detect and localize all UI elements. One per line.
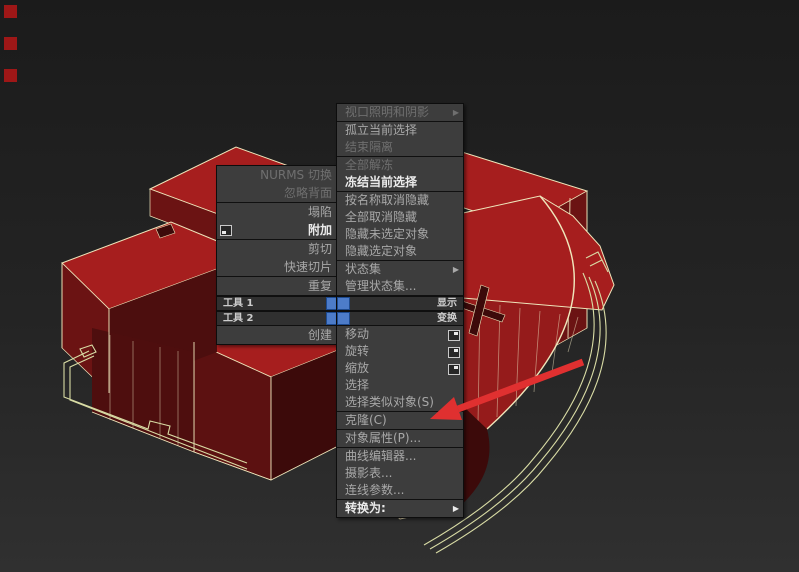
menu-item-unhide-all[interactable]: 全部取消隐藏: [337, 209, 463, 226]
menu-item-convert-to[interactable]: 转换为: ▶: [337, 500, 463, 517]
menu-item-manage-state-sets[interactable]: 管理状态集...: [337, 278, 463, 295]
menu-item-move[interactable]: 移动: [337, 326, 463, 343]
menu-item-freeze-selection[interactable]: 冻结当前选择: [337, 174, 463, 191]
menu-item-nurms-toggle[interactable]: NURMS 切换: [217, 166, 339, 184]
red-marker: [4, 37, 17, 50]
submenu-arrow-icon: ▶: [452, 108, 459, 117]
menu-item-end-isolate[interactable]: 结束隔离: [337, 139, 463, 156]
menu-item-viewport-lighting[interactable]: 视口照明和阴影 ▶: [337, 104, 463, 121]
menu-item-collapse[interactable]: 塌陷: [217, 203, 339, 221]
menu-item-create[interactable]: 创建: [217, 326, 339, 344]
menu-item-curve-editor[interactable]: 曲线编辑器...: [337, 448, 463, 465]
menu-item-object-properties[interactable]: 对象属性(P)...: [337, 430, 463, 447]
menu-item-wire-parameters[interactable]: 连线参数...: [337, 482, 463, 499]
settings-box-icon[interactable]: [448, 330, 460, 341]
menu-item-scale[interactable]: 缩放: [337, 360, 463, 377]
red-marker: [4, 5, 17, 18]
menu-item-attach[interactable]: 附加: [217, 221, 339, 239]
settings-box-icon[interactable]: [448, 364, 460, 375]
quad-center-square[interactable]: [337, 297, 350, 310]
submenu-arrow-icon: ▶: [452, 265, 459, 274]
menu-item-select-similar[interactable]: 选择类似对象(S): [337, 394, 463, 411]
menu-item-dope-sheet[interactable]: 摄影表...: [337, 465, 463, 482]
menu-item-cut[interactable]: 剪切: [217, 240, 339, 258]
settings-box-icon[interactable]: [220, 225, 232, 236]
submenu-arrow-icon: ▶: [452, 504, 459, 513]
menu-item-state-sets[interactable]: 状态集 ▶: [337, 261, 463, 278]
menu-item-select[interactable]: 选择: [337, 377, 463, 394]
settings-box-icon[interactable]: [448, 347, 460, 358]
menu-item-unfreeze-all[interactable]: 全部解冻: [337, 157, 463, 174]
menu-item-quickslice[interactable]: 快速切片: [217, 258, 339, 276]
menu-item-repeat[interactable]: 重复: [217, 277, 339, 295]
menu-item-unhide-by-name[interactable]: 按名称取消隐藏: [337, 192, 463, 209]
quad-title-tools1[interactable]: 工具 1: [217, 296, 339, 311]
quad-title-display[interactable]: 显示: [337, 296, 463, 311]
quad-center-square[interactable]: [337, 312, 350, 325]
menu-item-clone[interactable]: 克隆(C): [337, 412, 463, 429]
quad-menu-left: NURMS 切换 忽略背面 塌陷 附加 剪切 快速切片 重复 工具 1 工具 2…: [216, 165, 340, 345]
menu-item-isolate-selection[interactable]: 孤立当前选择: [337, 122, 463, 139]
menu-item-rotate[interactable]: 旋转: [337, 343, 463, 360]
menu-item-hide-unselected[interactable]: 隐藏未选定对象: [337, 226, 463, 243]
viewport-3d[interactable]: NURMS 切换 忽略背面 塌陷 附加 剪切 快速切片 重复 工具 1 工具 2…: [0, 0, 799, 572]
red-marker: [4, 69, 17, 82]
quad-menu-right: 视口照明和阴影 ▶ 孤立当前选择 结束隔离 全部解冻 冻结当前选择 按名称取消隐藏…: [336, 103, 464, 518]
menu-item-ignore-backfacing[interactable]: 忽略背面: [217, 184, 339, 202]
quad-title-tools2[interactable]: 工具 2: [217, 311, 339, 326]
menu-item-hide-selected[interactable]: 隐藏选定对象: [337, 243, 463, 260]
quad-title-transform[interactable]: 变换: [337, 311, 463, 326]
